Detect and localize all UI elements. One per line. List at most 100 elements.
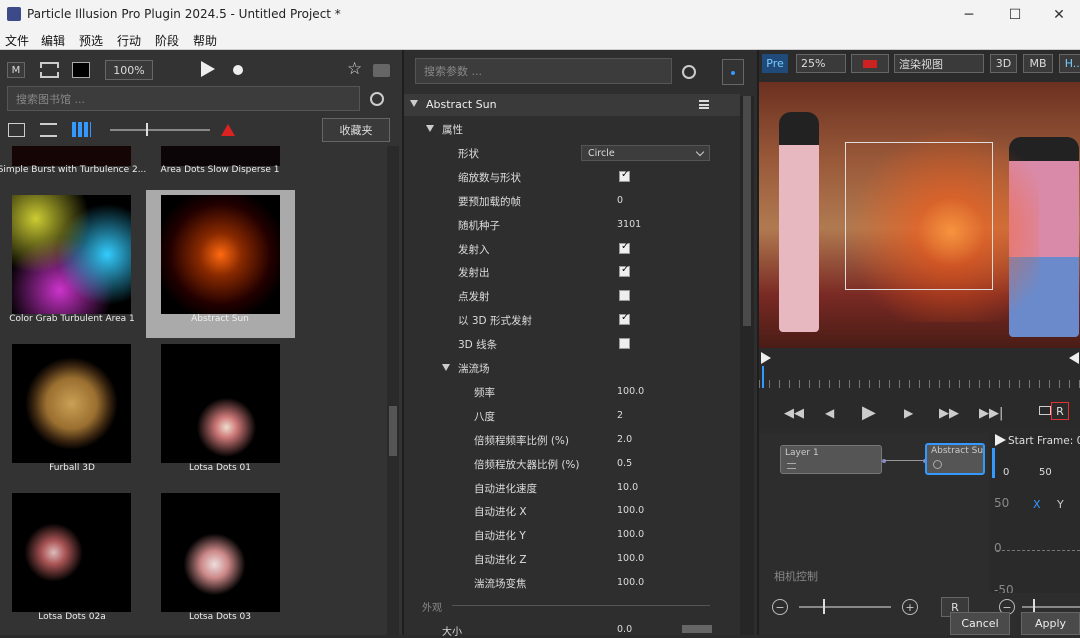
zoom-out-icon[interactable]: − (772, 599, 788, 615)
pre-button[interactable]: Pre (762, 54, 788, 73)
emitter-header[interactable]: Abstract Sun (404, 94, 740, 116)
apply-button[interactable]: Apply (1021, 612, 1080, 635)
param-checkbox[interactable] (619, 312, 630, 325)
list-view-icon[interactable] (40, 123, 57, 137)
step-back-icon[interactable]: ◀ (825, 406, 834, 420)
grid-view-icon[interactable] (72, 122, 91, 137)
menu-help[interactable]: 帮助 (193, 32, 217, 49)
param-search-input[interactable]: 搜索参数 ... (415, 58, 672, 84)
fast-forward-icon[interactable]: ▶▶ (939, 406, 959, 421)
keyframe-toggle-button[interactable] (722, 59, 744, 85)
preset-thumbnail[interactable] (12, 493, 131, 612)
step-forward-icon[interactable]: ▶ (904, 406, 913, 420)
preset-thumbnail[interactable] (161, 493, 280, 612)
preset-thumbnail[interactable] (12, 344, 131, 463)
layer-node[interactable]: Layer 1 (780, 445, 882, 474)
x-channel-label[interactable]: X (1033, 498, 1041, 511)
menu-stage[interactable]: 阶段 (155, 32, 179, 49)
emitter-node[interactable]: Abstract Su (925, 443, 985, 475)
record-mode-button[interactable]: R (1051, 402, 1069, 420)
library-scrollbar[interactable] (387, 146, 399, 635)
node-zoom-slider-handle[interactable] (823, 599, 825, 614)
properties-scrollbar[interactable] (740, 96, 754, 635)
record-icon[interactable] (233, 65, 243, 75)
preset-thumbnail[interactable] (12, 195, 131, 314)
maximize-button[interactable]: ☐ (992, 0, 1038, 29)
param-checkbox[interactable] (619, 241, 630, 254)
thumbnail-size-slider[interactable] (110, 129, 210, 131)
node-zoom-slider[interactable] (799, 606, 891, 608)
zoom-in-icon[interactable]: + (902, 599, 918, 615)
play-icon[interactable] (201, 61, 215, 77)
collapse-arrow-icon[interactable] (426, 125, 434, 132)
menu-presets[interactable]: 预选 (79, 32, 103, 49)
library-search-input[interactable]: 搜索图书馆 ... (7, 86, 360, 111)
collapse-arrow-icon[interactable] (442, 364, 450, 371)
viewer-zoom-select[interactable]: 25% (796, 54, 846, 73)
param-value[interactable]: 0.0 (617, 624, 632, 635)
curve-playhead[interactable] (992, 448, 995, 478)
loop-icon[interactable] (1039, 406, 1051, 415)
param-value[interactable]: 100.0 (617, 553, 644, 564)
emitter-bounds[interactable] (845, 142, 993, 290)
y-channel-label[interactable]: Y (1057, 498, 1064, 511)
rewind-icon[interactable]: ◀◀ (784, 406, 804, 421)
param-value[interactable]: 100.0 (617, 386, 644, 397)
param-checkbox[interactable] (619, 338, 630, 349)
param-value[interactable]: 0.5 (617, 458, 632, 469)
param-value[interactable]: 100.0 (617, 505, 644, 516)
camera-icon[interactable] (373, 64, 390, 77)
param-value[interactable]: 2.0 (617, 434, 632, 445)
playhead[interactable] (762, 366, 764, 388)
close-button[interactable]: ✕ (1036, 0, 1080, 29)
preset-thumbnail[interactable] (161, 344, 280, 463)
param-value[interactable]: 10.0 (617, 482, 638, 493)
star-icon[interactable]: ☆ (347, 59, 362, 79)
viewer-canvas[interactable] (759, 82, 1080, 348)
collapse-arrow-icon[interactable] (410, 100, 418, 107)
param-value[interactable]: 3101 (617, 219, 641, 230)
render-color-button[interactable] (851, 54, 889, 73)
list-detail-view-icon[interactable] (8, 123, 25, 137)
shape-select[interactable]: Circle (581, 145, 710, 161)
preset-thumbnail[interactable] (12, 146, 131, 166)
menu-actions[interactable]: 行动 (117, 32, 141, 49)
motion-blur-button[interactable]: MB (1023, 54, 1053, 73)
size-slider[interactable] (682, 625, 712, 633)
warning-icon[interactable] (221, 124, 235, 136)
properties-section-header[interactable]: 属性 (404, 118, 740, 140)
thumbnail-size-slider-handle[interactable] (146, 123, 148, 136)
out-point-marker-icon[interactable] (1069, 352, 1079, 364)
curve-zoom-slider[interactable] (1022, 606, 1080, 608)
play-icon[interactable]: ▶ (862, 402, 876, 423)
param-value[interactable]: 100.0 (617, 577, 644, 588)
library-scrollbar-thumb[interactable] (389, 406, 397, 456)
param-value[interactable]: 0 (617, 195, 623, 206)
monitor-toggle-button[interactable]: M (7, 62, 25, 78)
properties-scrollbar-thumb[interactable] (743, 96, 751, 326)
menu-edit[interactable]: 编辑 (41, 32, 65, 49)
render-view-select[interactable]: 渲染视图 (894, 54, 984, 73)
param-checkbox[interactable] (619, 169, 630, 182)
minimize-button[interactable]: ─ (946, 0, 992, 29)
turbulence-section-header[interactable]: 湍流场 (404, 357, 740, 379)
clear-param-search-icon[interactable] (682, 65, 696, 79)
cancel-button[interactable]: Cancel (950, 612, 1010, 635)
zoom-select[interactable]: 100% (105, 60, 153, 80)
preset-thumbnail[interactable] (161, 146, 280, 166)
clear-search-icon[interactable] (370, 92, 384, 106)
in-point-marker-icon[interactable] (761, 352, 771, 364)
menu-file[interactable]: 文件 (5, 32, 29, 49)
3d-button[interactable]: 3D (990, 54, 1017, 73)
preset-thumbnail[interactable] (161, 195, 280, 314)
timeline-ruler[interactable] (759, 350, 1080, 395)
param-value[interactable]: 100.0 (617, 529, 644, 540)
param-checkbox[interactable] (619, 264, 630, 277)
param-value[interactable]: 2 (617, 410, 623, 421)
hq-button[interactable]: H... (1059, 54, 1080, 73)
go-to-end-icon[interactable]: ▶▶| (979, 406, 1003, 421)
param-checkbox[interactable] (619, 290, 630, 301)
background-color-swatch[interactable] (72, 62, 90, 78)
film-icon[interactable] (40, 62, 59, 78)
favorites-button[interactable]: 收藏夹 (322, 118, 390, 142)
